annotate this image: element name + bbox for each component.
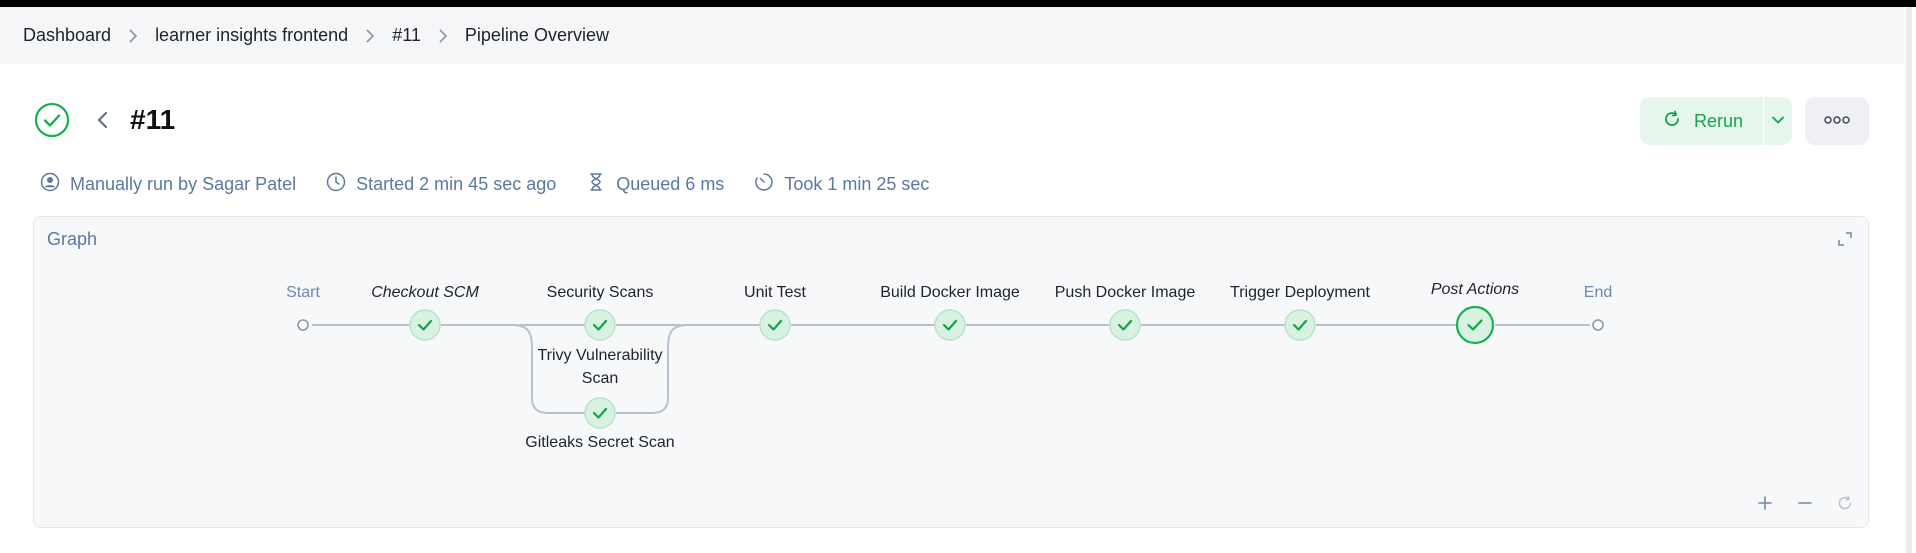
more-horizontal-icon — [1823, 112, 1851, 130]
breadcrumb-pipeline-overview[interactable]: Pipeline Overview — [465, 25, 609, 46]
run-metadata: Manually run by Sagar Patel Started 2 mi… — [40, 172, 929, 197]
chevron-right-icon — [433, 26, 453, 46]
chevron-right-icon — [123, 26, 143, 46]
meta-trigger: Manually run by Sagar Patel — [40, 172, 296, 197]
timer-icon — [754, 172, 774, 197]
clock-icon — [326, 172, 346, 197]
reset-icon — [1837, 495, 1853, 516]
branch-node-gitleaks[interactable] — [584, 397, 616, 429]
rerun-button[interactable]: Rerun — [1640, 97, 1763, 145]
stage-node-unit-test[interactable] — [759, 309, 791, 341]
stage-label-security-scans: Security Scans — [546, 284, 654, 301]
rerun-options-button[interactable] — [1764, 97, 1792, 145]
chevron-down-icon — [1771, 112, 1785, 130]
page-title: #11 — [130, 104, 176, 135]
rerun-split-button: Rerun — [1640, 97, 1793, 145]
stage-node-post-actions[interactable] — [1455, 305, 1495, 345]
meta-duration: Took 1 min 25 sec — [754, 172, 929, 197]
stage-node-build-docker-image[interactable] — [934, 309, 966, 341]
plus-icon — [1757, 495, 1773, 516]
window-top-bar — [0, 0, 1916, 7]
stage-node-push-docker-image[interactable] — [1109, 309, 1141, 341]
zoom-out-button[interactable] — [1794, 494, 1816, 516]
stage-node-checkout-scm[interactable] — [409, 309, 441, 341]
user-icon — [40, 172, 60, 197]
stage-label-post-actions: Post Actions — [1430, 281, 1520, 298]
meta-queued-text: Queued 6 ms — [616, 174, 725, 194]
expand-icon[interactable] — [1835, 229, 1855, 249]
minus-icon — [1797, 495, 1813, 516]
meta-queued: Queued 6 ms — [586, 172, 724, 197]
start-label: Start — [286, 284, 320, 301]
scrollbar[interactable] — [1906, 7, 1912, 553]
stage-label-checkout-scm: Checkout SCM — [371, 284, 479, 301]
branch-label-trivy: Trivy Vulnerability Scan — [537, 347, 663, 387]
hourglass-icon — [586, 172, 606, 197]
reset-zoom-button[interactable] — [1834, 494, 1856, 516]
chevron-left-icon[interactable] — [91, 108, 115, 132]
meta-started: Started 2 min 45 sec ago — [326, 172, 556, 197]
stage-label-unit-test: Unit Test — [744, 284, 806, 301]
more-options-button[interactable] — [1805, 97, 1869, 145]
breadcrumb-build[interactable]: #11 — [392, 25, 421, 46]
stage-label-push-docker-image: Push Docker Image — [1054, 284, 1196, 301]
end-label: End — [1583, 284, 1613, 301]
graph-panel — [33, 216, 1869, 528]
stage-label-trigger-deployment: Trigger Deployment — [1230, 284, 1370, 301]
chevron-right-icon — [360, 26, 380, 46]
zoom-in-button[interactable] — [1754, 494, 1776, 516]
check-circle-icon — [34, 102, 70, 138]
meta-trigger-text: Manually run by Sagar Patel — [70, 174, 297, 194]
rerun-label: Rerun — [1694, 110, 1744, 131]
meta-duration-text: Took 1 min 25 sec — [784, 174, 930, 194]
branch-label-gitleaks: Gitleaks Secret Scan — [525, 434, 675, 451]
stage-node-security-scans[interactable] — [584, 309, 616, 341]
graph-title: Graph — [47, 229, 98, 249]
stage-node-trigger-deployment[interactable] — [1284, 309, 1316, 341]
breadcrumb-job[interactable]: learner insights frontend — [155, 25, 348, 46]
refresh-icon — [1662, 109, 1682, 134]
breadcrumb-dashboard[interactable]: Dashboard — [23, 25, 111, 46]
meta-started-text: Started 2 min 45 sec ago — [356, 174, 557, 194]
breadcrumb: Dashboard learner insights frontend #11 … — [0, 7, 1904, 64]
stage-label-build-docker-image: Build Docker Image — [880, 284, 1020, 301]
